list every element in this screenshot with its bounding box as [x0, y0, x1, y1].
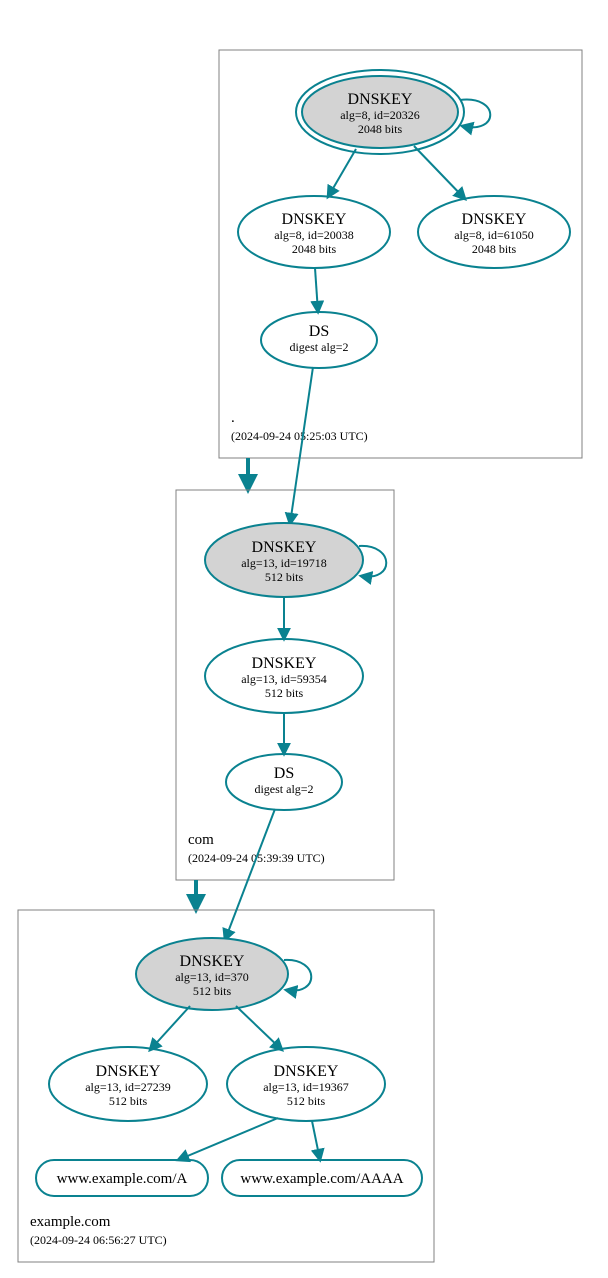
edge-example-ksk-zsk1: [150, 1006, 190, 1050]
example-zsk2-line1: alg=13, id=19367: [263, 1080, 349, 1094]
record-a-node: www.example.com/A: [36, 1160, 208, 1196]
edge-root-ksk-zsk2: [414, 146, 465, 199]
com-ksk-line2: 512 bits: [265, 570, 304, 584]
edge-root-zsk1-ds: [315, 268, 318, 312]
example-zsk2-line2: 512 bits: [287, 1094, 326, 1108]
example-ksk-line2: 512 bits: [193, 984, 232, 998]
root-ds-line1: digest alg=2: [289, 340, 348, 354]
zone-root-timestamp: (2024-09-24 05:25:03 UTC): [231, 429, 368, 443]
root-zsk1-title: DNSKEY: [282, 211, 347, 228]
example-ksk-node: DNSKEY alg=13, id=370 512 bits: [136, 938, 288, 1010]
com-ksk-node: DNSKEY alg=13, id=19718 512 bits: [205, 523, 363, 597]
root-zsk2-line2: 2048 bits: [472, 242, 517, 256]
root-ds-title: DS: [309, 323, 329, 340]
zone-root: . (2024-09-24 05:25:03 UTC) DNSKEY alg=8…: [219, 50, 582, 458]
com-ds-line1: digest alg=2: [254, 782, 313, 796]
example-ksk-line1: alg=13, id=370: [175, 970, 249, 984]
com-zsk-line1: alg=13, id=59354: [241, 672, 327, 686]
zone-com: com (2024-09-24 05:39:39 UTC) DNSKEY alg…: [176, 367, 394, 880]
root-ksk-title: DNSKEY: [348, 91, 413, 108]
example-zsk1-title: DNSKEY: [96, 1063, 161, 1080]
zone-root-name: .: [231, 410, 235, 426]
root-zsk1-line1: alg=8, id=20038: [274, 228, 354, 242]
zone-example-name: example.com: [30, 1214, 111, 1230]
edge-example-zsk2-aaaa: [312, 1121, 320, 1160]
example-zsk2-title: DNSKEY: [274, 1063, 339, 1080]
example-zsk1-line1: alg=13, id=27239: [85, 1080, 171, 1094]
com-ds-title: DS: [274, 765, 294, 782]
record-aaaa-node: www.example.com/AAAA: [222, 1160, 422, 1196]
example-zsk1-node: DNSKEY alg=13, id=27239 512 bits: [49, 1047, 207, 1121]
record-a-label: www.example.com/A: [57, 1171, 188, 1187]
edge-example-zsk2-a: [178, 1118, 278, 1160]
com-ksk-line1: alg=13, id=19718: [241, 556, 327, 570]
com-ksk-title: DNSKEY: [252, 539, 317, 556]
edge-example-ksk-zsk2: [236, 1006, 282, 1050]
zone-example: example.com (2024-09-24 06:56:27 UTC) DN…: [18, 809, 434, 1262]
example-zsk2-node: DNSKEY alg=13, id=19367 512 bits: [227, 1047, 385, 1121]
root-zsk2-line1: alg=8, id=61050: [454, 228, 534, 242]
edge-root-ds-com-ksk: [290, 367, 313, 524]
root-ds-node: DS digest alg=2: [261, 312, 377, 368]
root-zsk2-title: DNSKEY: [462, 211, 527, 228]
edge-com-ds-example-ksk: [225, 809, 275, 940]
zone-example-timestamp: (2024-09-24 06:56:27 UTC): [30, 1233, 167, 1247]
edge-root-ksk-zsk1: [328, 149, 356, 197]
root-ksk-node: DNSKEY alg=8, id=20326 2048 bits: [296, 70, 464, 154]
com-zsk-node: DNSKEY alg=13, id=59354 512 bits: [205, 639, 363, 713]
zone-com-name: com: [188, 832, 214, 848]
com-zsk-line2: 512 bits: [265, 686, 304, 700]
record-aaaa-label: www.example.com/AAAA: [240, 1171, 403, 1187]
com-ds-node: DS digest alg=2: [226, 754, 342, 810]
example-zsk1-line2: 512 bits: [109, 1094, 148, 1108]
root-zsk2-node: DNSKEY alg=8, id=61050 2048 bits: [418, 196, 570, 268]
root-ksk-line1: alg=8, id=20326: [340, 108, 420, 122]
root-ksk-line2: 2048 bits: [358, 122, 403, 136]
root-zsk1-line2: 2048 bits: [292, 242, 337, 256]
example-ksk-title: DNSKEY: [180, 953, 245, 970]
root-zsk1-node: DNSKEY alg=8, id=20038 2048 bits: [238, 196, 390, 268]
com-zsk-title: DNSKEY: [252, 655, 317, 672]
